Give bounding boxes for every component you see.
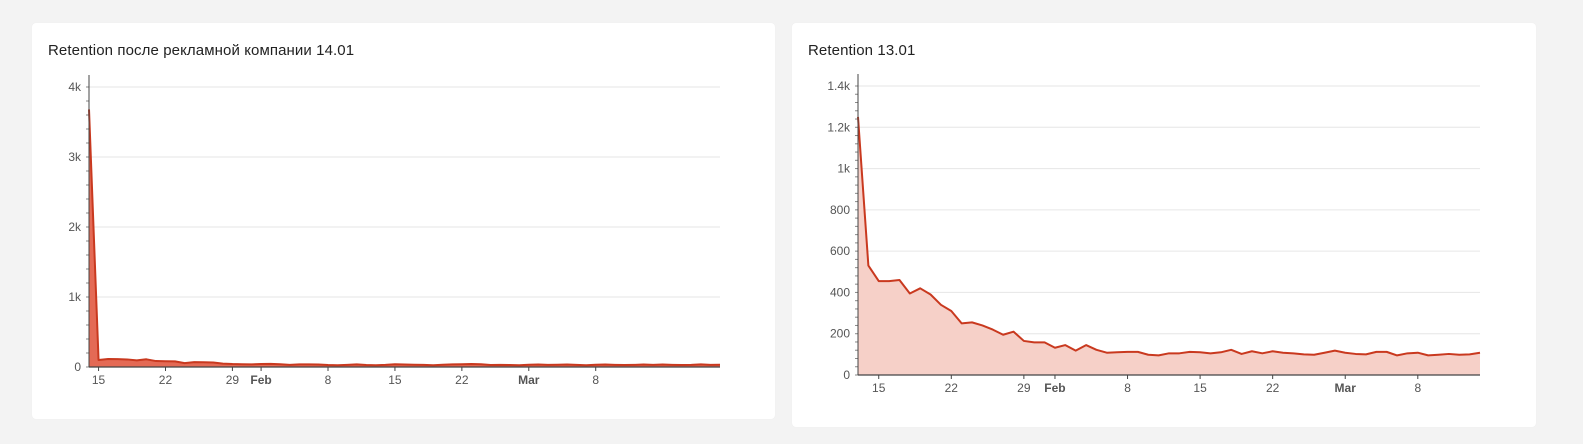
x-tick-label: 15 — [1193, 381, 1207, 395]
y-tick-label: 2k — [68, 220, 82, 234]
chart-retention-14-01: 0 1k 2k 3k 4k 15 22 29 Feb 8 15 22 Mar 8 — [68, 75, 721, 387]
x-tick-label: Feb — [250, 373, 271, 387]
y-tick-label: 0 — [74, 360, 81, 374]
chart-retention-13-01: 0 200 400 600 800 1k 1.2k 1.4k 15 22 29 Feb 8 15 22 Mar… — [827, 74, 1481, 395]
x-tick-label: 15 — [388, 373, 402, 387]
chart-card-retention-14-01: Retention после рекламной компании 14.01… — [32, 23, 775, 419]
y-tick-label: 1.4k — [827, 79, 851, 93]
x-tick-label: 22 — [1266, 381, 1280, 395]
y-tick-label: 3k — [68, 150, 82, 164]
y-tick-label: 1k — [837, 162, 851, 176]
y-tick-label: 1k — [68, 290, 82, 304]
x-tick-label: 15 — [92, 373, 106, 387]
y-tick-label: 400 — [830, 285, 850, 299]
x-tick-label: 8 — [1414, 381, 1421, 395]
x-tick-label: 29 — [1017, 381, 1031, 395]
x-tick-label: 22 — [455, 373, 469, 387]
y-tick-label: 0 — [843, 368, 850, 382]
x-tick-label: 15 — [872, 381, 886, 395]
x-tick-label: 22 — [159, 373, 173, 387]
series-area — [89, 109, 720, 368]
x-tick-label: 29 — [226, 373, 240, 387]
y-tick-label: 1.2k — [827, 120, 851, 134]
x-tick-label: 8 — [592, 373, 599, 387]
x-tick-label: Mar — [1335, 381, 1357, 395]
series-line — [88, 109, 721, 367]
series-area — [858, 116, 1480, 376]
x-tick-label: 8 — [1124, 381, 1131, 395]
y-tick-label: 600 — [830, 244, 850, 258]
y-tick-label: 4k — [68, 80, 82, 94]
y-tick-label: 200 — [830, 327, 850, 341]
x-tick-label: Mar — [518, 373, 540, 387]
y-tick-label: 800 — [830, 203, 850, 217]
chart-card-retention-13-01: Retention 13.01 0 200 400 600 800 1k 1.2k 1.4k 1… — [792, 23, 1536, 427]
x-tick-label: 22 — [945, 381, 959, 395]
x-tick-label: Feb — [1044, 381, 1065, 395]
x-tick-label: 8 — [325, 373, 332, 387]
